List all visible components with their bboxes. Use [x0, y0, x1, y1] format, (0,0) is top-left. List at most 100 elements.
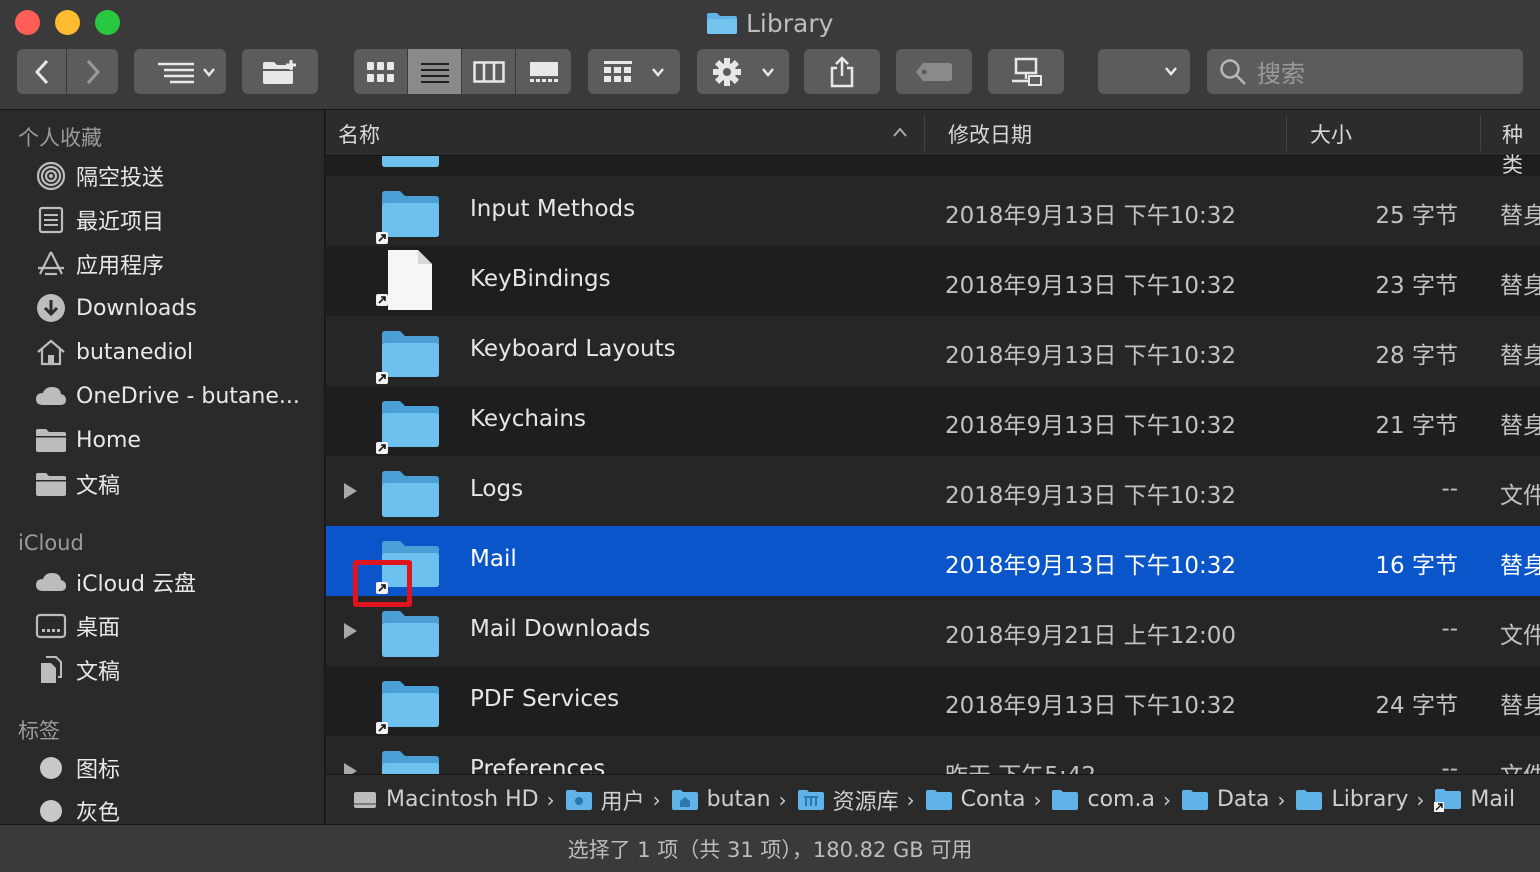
file-row[interactable]: Mail Downloads 2018年9月21日 上午12:00 -- 文件 — [326, 596, 1540, 666]
sidebar-item-label: 图标 — [76, 758, 121, 783]
disclosure-triangle-icon[interactable] — [342, 762, 358, 774]
document-icon — [34, 655, 68, 685]
file-name: Logs — [470, 476, 524, 502]
sort-ascending-icon — [893, 127, 907, 137]
path-item[interactable]: Library — [1295, 787, 1408, 812]
path-item[interactable]: Conta — [925, 787, 1025, 812]
group-by-button[interactable] — [588, 49, 680, 94]
tags-button[interactable] — [896, 49, 972, 94]
forward-button[interactable] — [67, 49, 118, 94]
path-item[interactable]: Data — [1181, 787, 1269, 812]
folder-icon — [706, 11, 738, 35]
sidebar-item-onedrive[interactable]: OneDrive - butane... — [34, 378, 300, 414]
sidebar-item-icloud-documents[interactable]: 文稿 — [34, 652, 120, 688]
column-view-icon — [472, 60, 505, 83]
file-size: 25 字节 — [1375, 203, 1458, 229]
sidebar-item-label: 灰色 — [76, 801, 121, 826]
file-name: Keychains — [470, 406, 586, 432]
path-item[interactable]: com.a — [1051, 787, 1155, 812]
file-kind: 文件 — [1500, 483, 1540, 509]
sidebar-item-desktop[interactable]: 桌面 — [34, 608, 120, 644]
file-name: Mail Downloads — [470, 616, 651, 642]
recents-icon — [34, 205, 68, 235]
connect-button[interactable] — [988, 49, 1064, 94]
path-item-label: 资源库 — [832, 789, 899, 815]
disclosure-triangle-icon[interactable] — [342, 622, 358, 644]
file-name: Keyboard Layouts — [470, 336, 676, 362]
file-row[interactable]: Input Methods 2018年9月13日 下午10:32 25 字节 替身 — [326, 176, 1540, 246]
icon-view-button[interactable] — [354, 49, 408, 94]
path-item[interactable]: 用户 — [565, 784, 645, 816]
path-bar: Macintosh HD › 用户 › butan › 资源库 › Conta › com.a › Da… — [326, 774, 1540, 824]
file-row[interactable]: Mail 2018年9月13日 下午10:32 16 字节 替身 — [326, 526, 1540, 596]
file-name: KeyBindings — [470, 266, 611, 292]
path-item-label: Mail — [1470, 787, 1516, 812]
column-separator[interactable] — [924, 115, 925, 151]
search-icon — [1220, 58, 1246, 85]
path-dropdown[interactable] — [1098, 49, 1190, 94]
path-item[interactable]: 资源库 — [797, 784, 899, 816]
gallery-view-button[interactable] — [516, 49, 571, 94]
back-button[interactable] — [17, 49, 67, 94]
file-size: 23 字节 — [1375, 273, 1458, 299]
sort-options-button[interactable] — [134, 49, 226, 94]
list-view-button[interactable] — [408, 49, 462, 94]
file-date: 2018年9月13日 下午10:32 — [945, 273, 1237, 299]
column-separator[interactable] — [1480, 115, 1481, 151]
minimize-window-button[interactable] — [55, 10, 80, 35]
file-row-partial[interactable] — [326, 156, 1540, 176]
sidebar-item-airdrop[interactable]: 隔空投送 — [34, 158, 164, 194]
share-button[interactable] — [804, 49, 880, 94]
file-row[interactable]: Logs 2018年9月13日 下午10:32 -- 文件 — [326, 456, 1540, 526]
folder-icon — [34, 425, 68, 455]
path-item-label: Macintosh HD — [386, 787, 539, 812]
file-row[interactable]: Keyboard Layouts 2018年9月13日 下午10:32 28 字节 替… — [326, 316, 1540, 386]
sidebar-item-applications[interactable]: 应用程序 — [34, 246, 164, 282]
column-separator[interactable] — [1286, 115, 1287, 151]
path-separator-icon: › — [1416, 787, 1425, 812]
column-size[interactable]: 大小 — [1310, 119, 1352, 149]
sidebar-tag-icon[interactable]: 图标 — [34, 750, 120, 786]
folder-icon — [1295, 789, 1323, 811]
disk-icon — [352, 788, 378, 812]
file-size: 28 字节 — [1375, 343, 1458, 369]
file-row[interactable]: Preferences 昨天 下午5:42 -- 文件 — [326, 736, 1540, 774]
path-separator-icon: › — [906, 787, 915, 812]
sidebar-item-home[interactable]: Home — [34, 422, 141, 458]
sidebar-item-documents[interactable]: 文稿 — [34, 466, 120, 502]
column-view-button[interactable] — [462, 49, 516, 94]
sidebar-item-icloud-drive[interactable]: iCloud 云盘 — [34, 564, 196, 600]
cloud-icon — [34, 567, 68, 597]
sidebar-item-label: 桌面 — [76, 616, 121, 641]
file-row[interactable]: KeyBindings 2018年9月13日 下午10:32 23 字节 替身 — [326, 246, 1540, 316]
sidebar-item-label: 隔空投送 — [76, 166, 165, 191]
action-menu-button[interactable] — [697, 49, 789, 94]
nav-buttons — [17, 49, 118, 94]
file-date: 2018年9月13日 下午10:32 — [945, 483, 1237, 509]
tag-dot-icon — [34, 753, 68, 783]
path-item[interactable]: Macintosh HD — [352, 787, 539, 812]
path-item[interactable]: butan — [671, 787, 771, 812]
path-item[interactable]: Mail — [1434, 787, 1515, 812]
close-window-button[interactable] — [15, 10, 40, 35]
path-separator-icon: › — [652, 787, 661, 812]
file-row[interactable]: PDF Services 2018年9月13日 下午10:32 24 字节 替身 — [326, 666, 1540, 736]
search-field[interactable]: 搜索 — [1207, 49, 1523, 94]
sidebar-item-downloads[interactable]: Downloads — [34, 290, 197, 326]
alias-arrow-icon — [376, 722, 388, 734]
column-name[interactable]: 名称 — [338, 119, 380, 149]
column-date[interactable]: 修改日期 — [948, 119, 1032, 149]
gallery-view-icon — [529, 61, 558, 82]
alias-arrow-icon — [376, 442, 388, 454]
new-folder-button[interactable] — [242, 49, 318, 94]
sidebar-item-label: iCloud 云盘 — [76, 572, 196, 597]
sidebar-item-recents[interactable]: 最近项目 — [34, 202, 164, 238]
sidebar-item-butanediol[interactable]: butanediol — [34, 334, 193, 370]
disclosure-triangle-icon[interactable] — [342, 482, 358, 504]
group-icon — [604, 60, 664, 82]
file-row[interactable]: Keychains 2018年9月13日 下午10:32 21 字节 替身 — [326, 386, 1540, 456]
file-date: 2018年9月13日 下午10:32 — [945, 343, 1237, 369]
zoom-window-button[interactable] — [95, 10, 120, 35]
path-item-label: 用户 — [600, 789, 645, 815]
list-view-icon — [420, 62, 449, 83]
